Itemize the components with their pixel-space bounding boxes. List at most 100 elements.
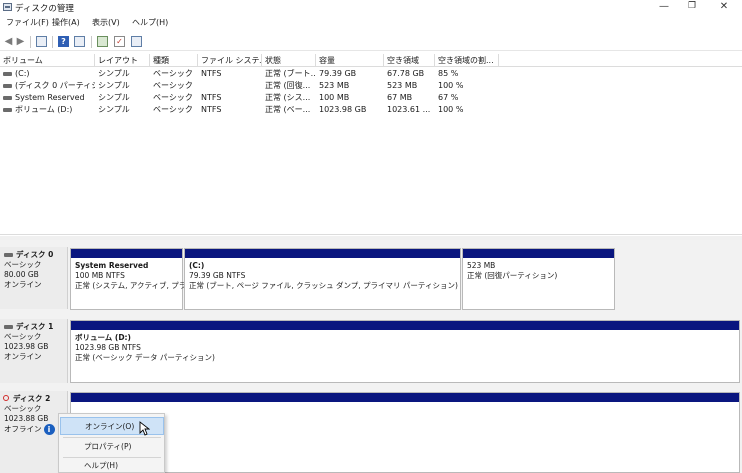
connect-icon[interactable] [97,36,108,47]
volume-icon [3,107,12,112]
disk-1-status: オンライン [4,352,42,361]
partition-status: 正常 (システム, アクティブ, プラ [75,281,187,290]
volume-name: (C:) [15,69,30,78]
layout-cell: シンプル [98,93,130,102]
menu-action[interactable]: 操作(A) [52,17,80,28]
volume-icon [3,95,12,100]
disk-0-status: オンライン [4,280,42,289]
partition-bar [71,393,739,402]
percent-free-cell: 85 % [438,69,459,78]
volume-name-cell: ボリューム (D:) [0,104,95,116]
partition-size: 100 MB NTFS [75,271,125,280]
volume-name-cell: System Reserved [0,92,95,104]
disk-0-name: ディスク 0 [4,250,63,260]
window-title: ディスクの管理 [15,4,74,14]
layout-cell: シンプル [98,105,130,114]
free-space-cell: 67.78 GB [387,69,425,78]
column-header-capacity[interactable]: 容量 [316,54,384,67]
volume-list-header: ボリューム レイアウト 種類 ファイル システム 状態 容量 空き領域 空き領域… [0,54,742,67]
disk-1-type: ベーシック [4,332,42,341]
type-cell: ベーシック [153,105,193,114]
partition-status: 正常 (ブート, ページ ファイル, クラッシュ ダンプ, プライマリ パーティ… [189,281,458,290]
volume-name: ボリューム (D:) [15,105,73,114]
free-space-cell: 67 MB [387,93,413,102]
percent-free-cell: 67 % [438,93,459,102]
status-cell: 正常 (シス... [265,93,311,102]
partition-bar [71,249,182,258]
close-button[interactable]: ✕ [710,0,738,14]
disk-name-text: ディスク 2 [13,394,51,403]
volume-name-cell: (ディスク 0 パーティシ... [0,80,95,92]
column-header-free-space[interactable]: 空き領域 [384,54,435,67]
disk-2-unallocated-area[interactable] [70,392,740,473]
volume-list: ボリューム レイアウト 種類 ファイル システム 状態 容量 空き領域 空き領域… [0,54,742,235]
layout-cell: シンプル [98,69,130,78]
menu-bar: ファイル(F) 操作(A) 表示(V) ヘルプ(H) [0,15,742,29]
properties-icon[interactable] [74,36,85,47]
disk-1-size: 1023.98 GB [4,342,49,351]
disk-name-text: ディスク 1 [16,322,54,331]
disk-0-size: 80.00 GB [4,270,39,279]
disk-2-status-row: オフライン i [4,424,63,435]
table-row[interactable]: (ディスク 0 パーティシ... シンプル ベーシック 正常 (回復... 52… [0,80,742,92]
column-header-percent-free[interactable]: 空き領域の割... [435,54,499,67]
title-bar: ディスクの管理 — ❐ ✕ [0,0,742,14]
partition-size: 1023.98 GB NTFS [75,343,141,352]
menu-item-properties[interactable]: プロパティ(P) [60,438,164,456]
disk-1-label[interactable]: ディスク 1 ベーシック 1023.98 GB オンライン [0,319,68,383]
table-row[interactable]: ボリューム (D:) シンプル ベーシック NTFS 正常 (ベー... 102… [0,104,742,116]
toolbar: ◀ ▶ ? ✓ [0,33,742,51]
list-view-icon[interactable] [36,36,47,47]
back-icon[interactable]: ◀ [3,36,14,47]
partition-name: System Reserved [75,261,149,270]
menu-item-help[interactable]: ヘルプ(H) [60,457,164,473]
partition-name: (C:) [189,261,205,270]
check-icon[interactable]: ✓ [114,36,125,47]
free-space-cell: 523 MB [387,81,418,90]
info-icon[interactable]: i [43,424,55,435]
volume-name-cell: (C:) [0,68,95,80]
partition-recovery[interactable]: 523 MB 正常 (回復パーティション) [462,248,615,310]
partition-c[interactable]: (C:) 79.39 GB NTFS 正常 (ブート, ページ ファイル, クラ… [184,248,461,310]
menu-file[interactable]: ファイル(F) [6,17,49,28]
column-header-status[interactable]: 状態 [262,54,316,67]
toolbar-separator [52,36,53,48]
minimize-button[interactable]: — [650,0,678,14]
partition-system-reserved[interactable]: System Reserved 100 MB NTFS 正常 (システム, アク… [70,248,187,310]
mouse-pointer-icon [139,421,150,436]
disk-view-icon[interactable] [131,36,142,47]
menu-view[interactable]: 表示(V) [92,17,120,28]
disk-2-size: 1023.88 GB [4,414,49,423]
column-header-filesystem[interactable]: ファイル システム [198,54,262,67]
column-header-volume[interactable]: ボリューム [0,54,95,67]
partition-name: ボリューム (D:) [75,333,131,342]
status-cell: 正常 (回復... [265,81,311,90]
percent-free-cell: 100 % [438,105,464,114]
table-row[interactable]: (C:) シンプル ベーシック NTFS 正常 (ブート... 79.39 GB… [0,68,742,80]
disk-0-label[interactable]: ディスク 0 ベーシック 80.00 GB オンライン [0,247,68,309]
table-row[interactable]: System Reserved シンプル ベーシック NTFS 正常 (シス..… [0,92,742,104]
filesystem-cell: NTFS [201,93,222,102]
filesystem-cell: NTFS [201,69,222,78]
toolbar-separator [30,36,31,48]
column-header-type[interactable]: 種類 [150,54,198,67]
help-icon[interactable]: ? [58,36,69,47]
partition-d[interactable]: ボリューム (D:) 1023.98 GB NTFS 正常 (ベーシック データ… [70,320,740,383]
percent-free-cell: 100 % [438,81,464,90]
maximize-button[interactable]: ❐ [678,0,706,14]
toolbar-separator [91,36,92,48]
volume-icon [3,71,12,76]
type-cell: ベーシック [153,69,193,78]
disk-icon [4,253,13,257]
menu-help[interactable]: ヘルプ(H) [132,17,168,28]
column-header-layout[interactable]: レイアウト [95,54,150,67]
disk-2-name: ディスク 2 [3,394,63,404]
forward-icon[interactable]: ▶ [15,36,26,47]
capacity-cell: 1023.98 GB [319,105,367,114]
status-cell: 正常 (ベー... [265,105,311,114]
volume-name: (ディスク 0 パーティシ... [15,81,95,90]
disk-1-name: ディスク 1 [4,322,63,332]
partition-bar [463,249,614,258]
partition-size: 79.39 GB NTFS [189,271,246,280]
disk-0-type: ベーシック [4,260,42,269]
